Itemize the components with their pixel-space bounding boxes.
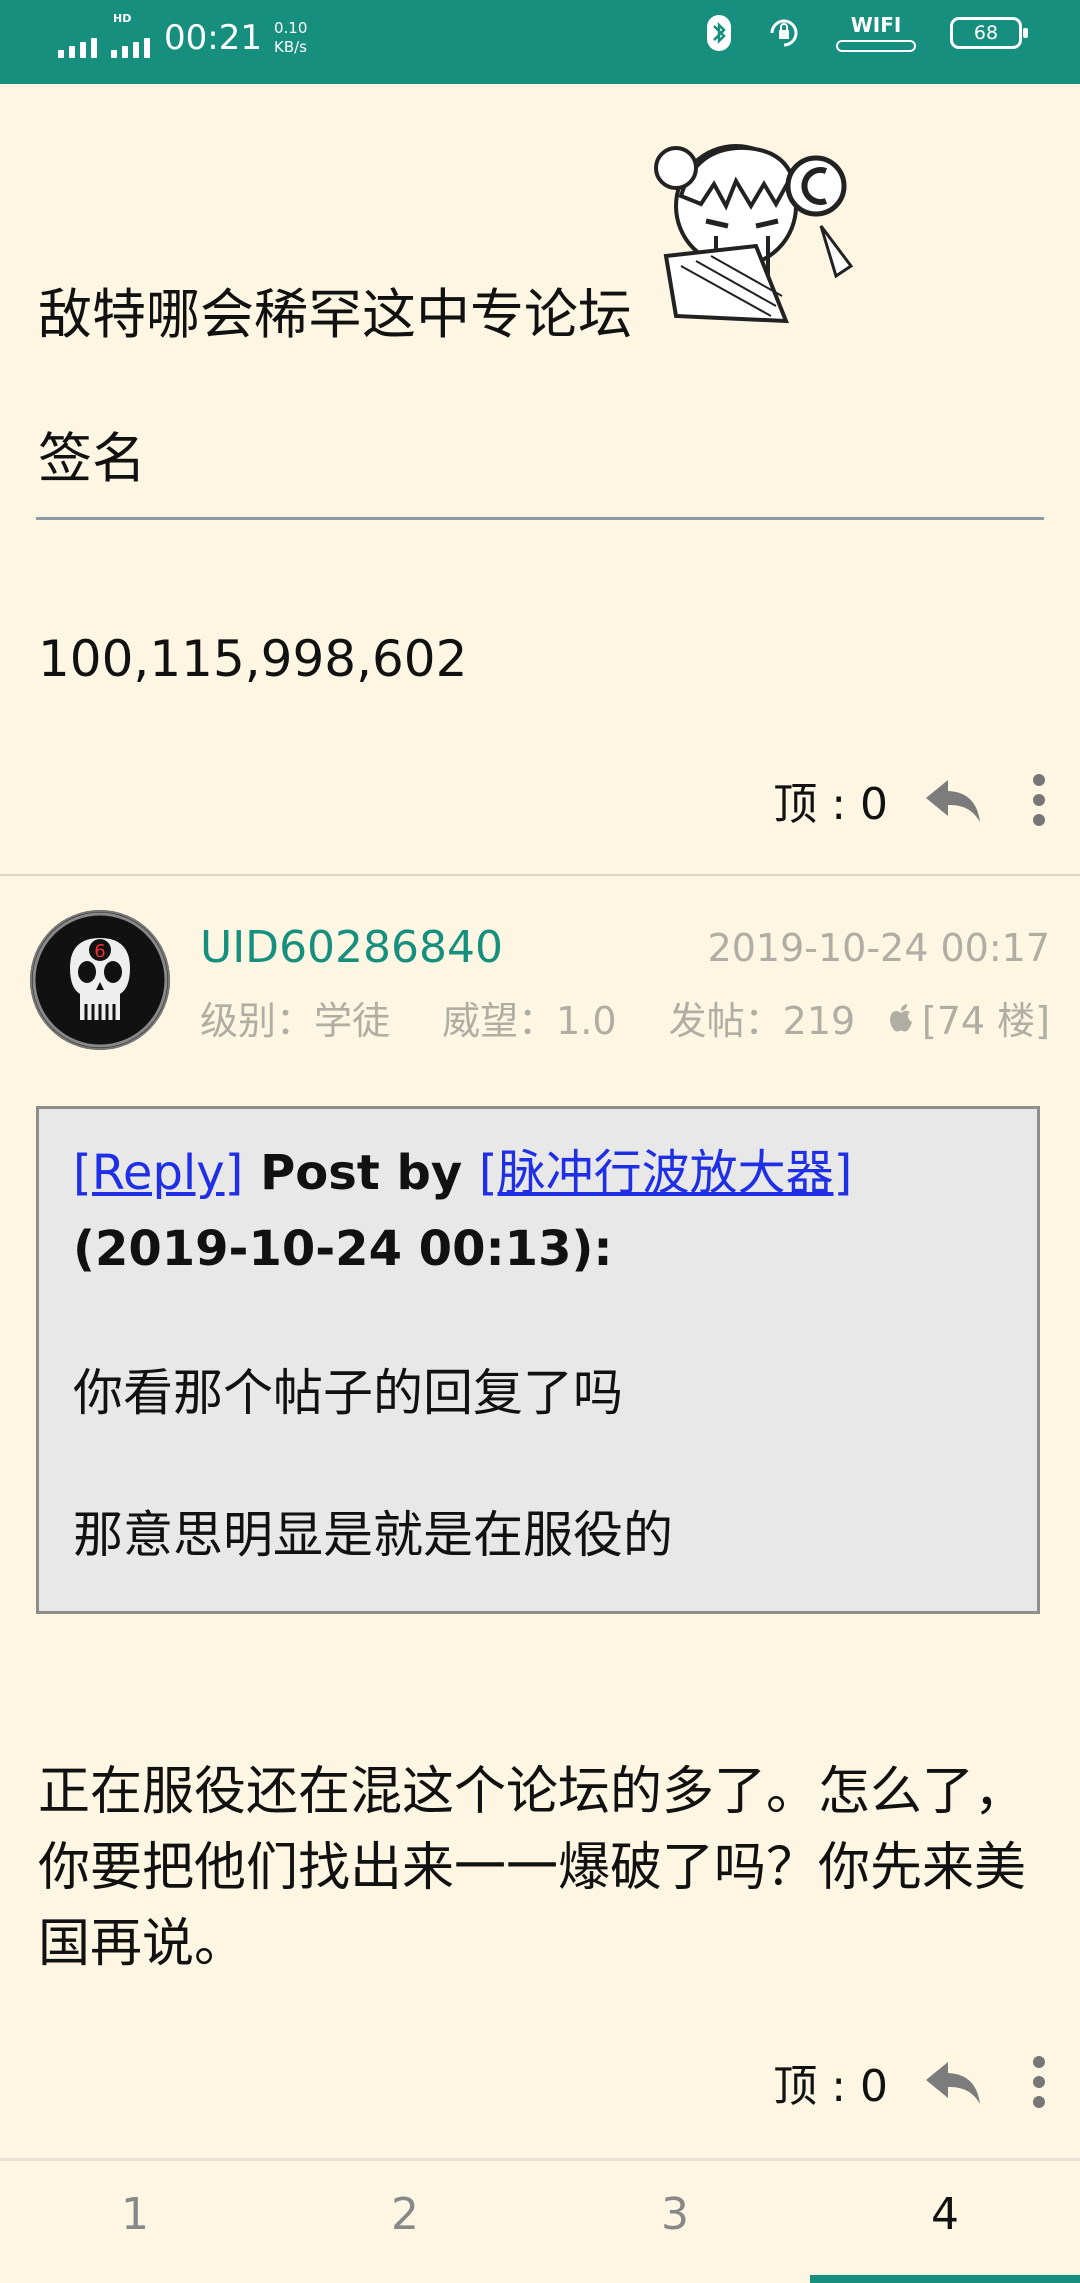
quote-reply-link[interactable]: [Reply] xyxy=(73,1145,243,1201)
user-prestige: 威望：1.0 xyxy=(442,999,617,1043)
signature-number: 100,115,998,602 xyxy=(38,630,468,688)
floor-info: [74 楼] xyxy=(888,990,1050,1045)
reply-icon[interactable] xyxy=(924,2058,982,2106)
status-bar: HD 00:21 0.10 KB/s WIFI 68 xyxy=(0,0,1080,84)
pagination-bar: 1 2 3 4 xyxy=(0,2158,1080,2283)
signal-icon xyxy=(58,18,97,58)
reply-icon[interactable] xyxy=(924,776,982,824)
user-post-count: 发帖：219 xyxy=(668,999,856,1043)
signature-label: 签名 xyxy=(38,427,146,490)
bluetooth-icon xyxy=(707,15,731,51)
signature-divider xyxy=(36,517,1044,520)
upvote-button[interactable]: 顶 : 0 xyxy=(773,2050,888,2114)
signal-hd-icon: HD xyxy=(111,12,150,58)
network-speed: 0.10 KB/s xyxy=(274,19,307,57)
post-actions: 顶 : 0 xyxy=(773,770,1046,830)
anime-sticker-image xyxy=(654,144,854,324)
wifi-label: WIFI xyxy=(850,13,902,37)
speed-unit: KB/s xyxy=(273,38,307,56)
username-link[interactable]: UID60286840 xyxy=(200,922,503,973)
hd-label: HD xyxy=(113,12,132,25)
quote-line: 你看那个帖子的回复了吗 xyxy=(73,1364,623,1422)
post-text-line: 敌特哪会稀罕这中专论坛 xyxy=(38,283,632,346)
svg-text:6: 6 xyxy=(94,941,105,962)
floor-number: [74 楼] xyxy=(921,999,1050,1043)
avatar[interactable]: 6 xyxy=(30,910,170,1050)
quote-header: [Reply] Post by [脉冲行波放大器] (2019-10-24 00… xyxy=(73,1135,1003,1287)
quoted-reply: [Reply] Post by [脉冲行波放大器] (2019-10-24 00… xyxy=(36,1106,1040,1614)
skull-avatar-image: 6 xyxy=(32,912,168,1048)
post-body: 正在服役还在混这个论坛的多了。怎么了，你要把他们找出来一一爆破了吗？你先来美国再… xyxy=(38,1762,1027,1974)
page-tab-3[interactable]: 3 xyxy=(540,2189,810,2240)
upvote-button[interactable]: 顶 : 0 xyxy=(773,768,888,832)
page-tab-2[interactable]: 2 xyxy=(270,2189,540,2240)
clock: 00:21 xyxy=(164,18,262,58)
page-tab-1[interactable]: 1 xyxy=(0,2189,270,2240)
rotation-lock-icon xyxy=(770,19,798,47)
speed-value: 0.10 xyxy=(273,19,308,37)
quote-line: 那意思明显是就是在服役的 xyxy=(73,1506,673,1564)
battery-icon: 68 xyxy=(950,17,1028,49)
page-tab-4[interactable]: 4 xyxy=(810,2189,1080,2240)
more-icon[interactable] xyxy=(1032,2055,1046,2109)
quote-timestamp: (2019-10-24 00:13): xyxy=(73,1221,613,1277)
more-icon[interactable] xyxy=(1032,773,1046,827)
wifi-icon: WIFI xyxy=(836,14,916,52)
quote-post-by: Post by xyxy=(260,1145,463,1201)
apple-icon xyxy=(889,1003,912,1031)
post-actions: 顶 : 0 xyxy=(773,2052,1046,2112)
active-page-indicator xyxy=(810,2275,1080,2283)
post-divider xyxy=(0,874,1080,876)
post-date: 2019-10-24 00:17 xyxy=(707,926,1050,970)
user-level: 级别：学徒 xyxy=(200,999,391,1043)
quote-author-link[interactable]: [脉冲行波放大器] xyxy=(479,1145,852,1201)
user-meta: 级别：学徒 威望：1.0 发帖：219 xyxy=(200,990,895,1045)
